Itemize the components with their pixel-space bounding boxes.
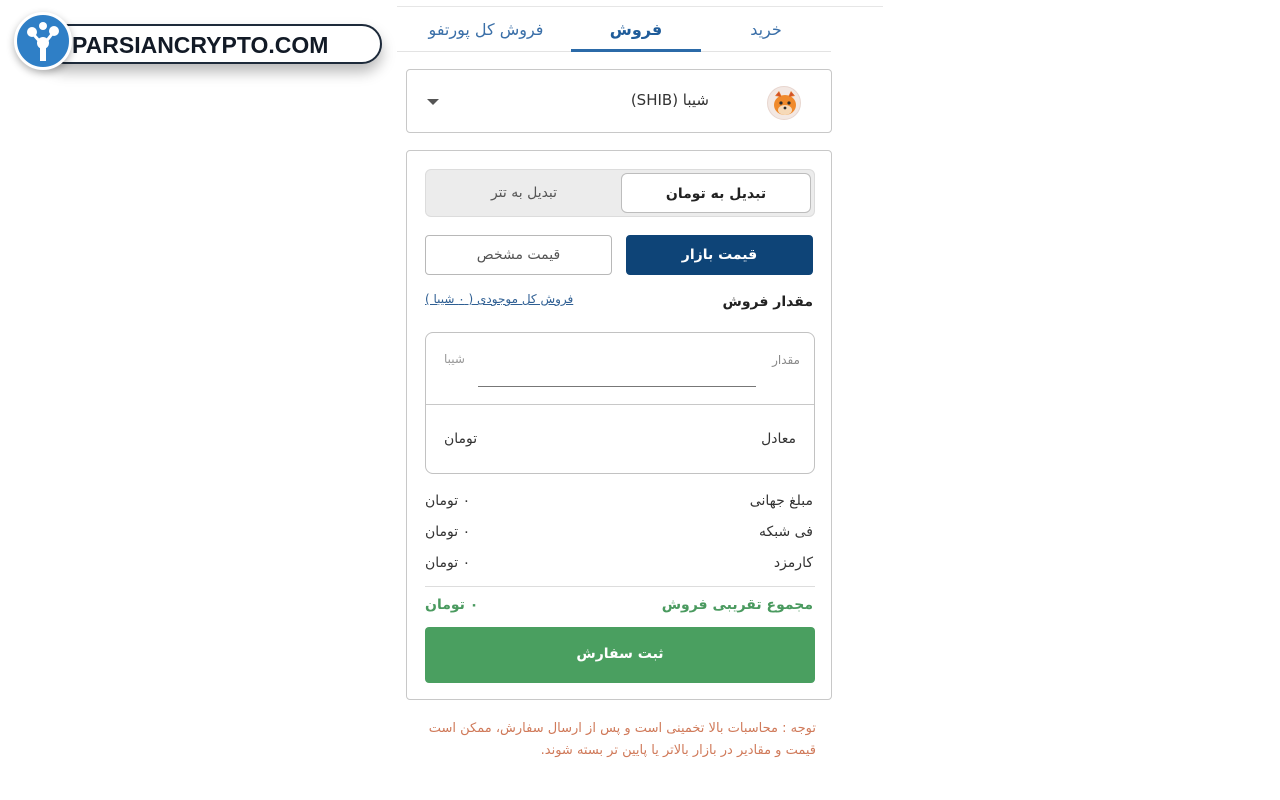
convert-toman-button[interactable]: تبدیل به تومان [621, 173, 811, 213]
chevron-down-icon[interactable] [427, 99, 439, 105]
total-value: ۰ تومان [425, 597, 479, 613]
disclaimer-note: توجه : محاسبات بالا تخمینی است و پس از ا… [428, 721, 816, 758]
submit-order-button[interactable]: ثبت سفارش [425, 627, 815, 683]
amount-input-unit: شیبا [444, 352, 465, 366]
tab-buy[interactable]: خرید [701, 12, 831, 52]
logo-tree-icon [14, 12, 72, 70]
amount-input-label: مقدار [772, 353, 800, 367]
summary-row: فی شبکه ۰ تومان [425, 524, 813, 546]
tab-sell-portfolio[interactable]: فروش کل پورتفو [401, 12, 571, 52]
coin-name: شیبا (SHIB) [630, 91, 709, 109]
amount-label: مقدار فروش [722, 294, 813, 310]
amount-inputs: مقدار شیبا معادل تومان [425, 332, 815, 474]
tab-sell[interactable]: فروش [571, 12, 701, 52]
summary-label: مبلغ جهانی [749, 493, 813, 509]
equivalent-label: معادل [761, 431, 796, 447]
summary-value: ۰ تومان [425, 555, 471, 571]
amount-input[interactable] [478, 386, 756, 387]
top-divider [397, 6, 883, 7]
parsiancrypto-logo: PARSIANCRYPTO.COM [14, 12, 382, 70]
inputs-divider [426, 404, 814, 405]
summary-label: کارمزد [773, 555, 813, 571]
total-row: مجموع تقریبی فروش ۰ تومان [425, 597, 813, 619]
market-price-button[interactable]: قیمت بازار [626, 235, 813, 275]
summary-value: ۰ تومان [425, 524, 471, 540]
convert-tether-button[interactable]: تبدیل به تتر [429, 173, 619, 213]
coin-select[interactable]: شیبا (SHIB) [406, 69, 832, 133]
sell-all-link[interactable]: فروش کل موجودی ( ۰ شیبا ) [425, 292, 573, 306]
summary-divider [425, 586, 815, 587]
logo-text: PARSIANCRYPTO.COM [72, 32, 329, 58]
summary-row: مبلغ جهانی ۰ تومان [425, 493, 813, 515]
summary-value: ۰ تومان [425, 493, 471, 509]
total-label: مجموع تقریبی فروش [661, 597, 813, 613]
sell-form: تبدیل به تومان تبدیل به تتر قیمت بازار ق… [406, 150, 832, 700]
summary-label: فی شبکه [758, 524, 813, 540]
equivalent-unit: تومان [444, 431, 478, 447]
trade-tabs: خرید فروش فروش کل پورتفو [397, 12, 831, 52]
shiba-inu-icon [767, 86, 801, 120]
convert-toggle: تبدیل به تومان تبدیل به تتر [425, 169, 815, 217]
summary-row: کارمزد ۰ تومان [425, 555, 813, 577]
limit-price-button[interactable]: قیمت مشخص [425, 235, 612, 275]
